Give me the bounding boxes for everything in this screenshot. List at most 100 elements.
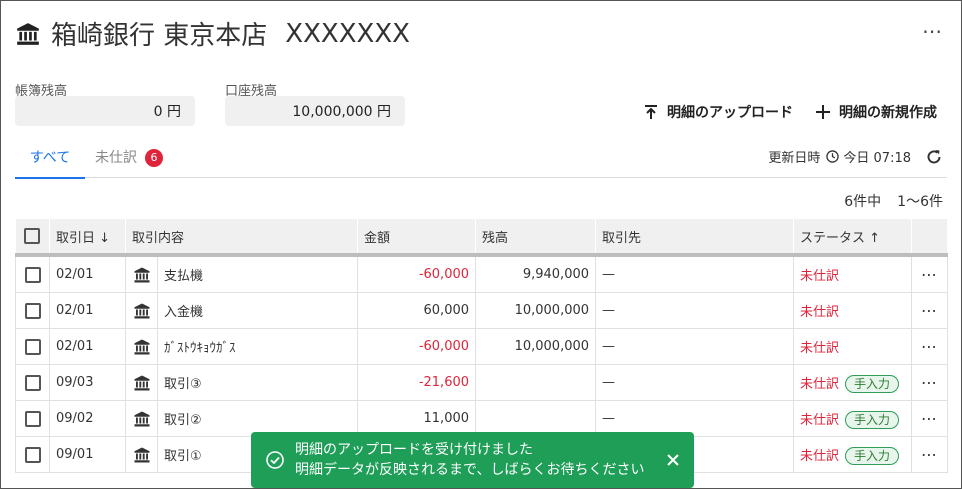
create-label: 明細の新規作成 [839, 105, 937, 121]
refresh-icon[interactable] [925, 148, 943, 166]
tab-pending[interactable]: 未仕訳 6 [95, 147, 163, 177]
col-date[interactable]: 取引日 ↓ [49, 219, 126, 257]
row-bank-cell [125, 328, 158, 365]
close-icon[interactable] [666, 453, 680, 467]
bank-icon [134, 411, 149, 426]
plus-icon [816, 105, 830, 119]
row-menu-button[interactable]: ⋯ [911, 436, 949, 473]
status-text: 未仕訳 [800, 376, 840, 392]
status-text: 未仕訳 [800, 269, 840, 284]
bank-icon [134, 447, 149, 462]
row-status-cell: 未仕訳 [793, 328, 913, 365]
row-select-cell [15, 436, 50, 473]
row-menu-button[interactable]: ⋯ [911, 400, 949, 437]
row-checkbox[interactable] [24, 266, 41, 283]
status-text: 未仕訳 [800, 305, 840, 320]
account-number: XXXXXXX [285, 18, 410, 49]
table-row[interactable]: 09/03 取引③ -21,600 — 未仕訳 手入力 ⋯ [15, 364, 949, 401]
bank-icon [134, 339, 149, 354]
toast-line-1: 明細のアップロードを受け付けました [295, 442, 533, 458]
result-count: 6件中 1〜6件 [844, 191, 943, 211]
row-bank-cell [125, 255, 158, 293]
row-partner: — [595, 328, 795, 365]
bank-icon [17, 22, 39, 45]
account-balance-value: 10,000,000 円 [225, 96, 405, 126]
bank-icon [134, 375, 149, 390]
status-text: 未仕訳 [800, 341, 840, 356]
col-balance: 残高 [475, 219, 597, 257]
row-select-cell [15, 255, 50, 293]
row-status-cell: 未仕訳 手入力 [793, 364, 913, 401]
row-date: 09/02 [49, 400, 126, 437]
status-text: 未仕訳 [800, 412, 840, 428]
table-row[interactable]: 02/01 入金機 60,000 10,000,000 — 未仕訳 ⋯ [15, 292, 949, 329]
row-status-cell: 未仕訳 手入力 [793, 400, 913, 437]
row-amount: -21,600 [357, 364, 477, 401]
range-count: 1〜6件 [897, 194, 943, 210]
row-status-cell: 未仕訳 手入力 [793, 436, 913, 473]
col-partner: 取引先 [595, 219, 795, 257]
page-title: 箱崎銀行 東京本店 XXXXXXX [15, 15, 410, 52]
row-menu-button[interactable]: ⋯ [911, 364, 949, 401]
row-select-cell [15, 364, 50, 401]
select-all-cell [15, 219, 50, 257]
row-date: 09/01 [49, 436, 126, 473]
manual-entry-badge[interactable]: 手入力 [845, 410, 900, 429]
row-date: 02/01 [49, 328, 126, 365]
row-status-cell: 未仕訳 [793, 292, 913, 329]
row-checkbox[interactable] [24, 302, 41, 319]
bank-name: 箱崎銀行 東京本店 [51, 21, 268, 51]
table-row[interactable]: 02/01 支払機 -60,000 9,940,000 — 未仕訳 ⋯ [15, 255, 949, 293]
row-select-cell [15, 292, 50, 329]
bank-icon [134, 303, 149, 318]
row-partner: — [595, 255, 795, 293]
row-checkbox[interactable] [24, 446, 41, 463]
tab-pending-label: 未仕訳 [95, 150, 137, 166]
updated-label: 更新日時 [768, 151, 821, 166]
row-date: 02/01 [49, 255, 126, 293]
upload-icon [645, 105, 657, 119]
row-description: 取引③ [157, 364, 359, 401]
check-circle-icon [266, 451, 284, 469]
status-text: 未仕訳 [800, 448, 840, 464]
tab-all[interactable]: すべて [15, 147, 85, 179]
row-amount: -60,000 [357, 255, 477, 293]
row-menu-button[interactable]: ⋯ [911, 328, 949, 365]
row-partner: — [595, 364, 795, 401]
create-statement-button[interactable]: 明細の新規作成 [815, 102, 937, 122]
row-checkbox[interactable] [24, 374, 41, 391]
book-balance-value: 0 円 [15, 96, 195, 126]
row-bank-cell [125, 436, 158, 473]
row-description: 支払機 [157, 255, 359, 293]
row-bank-cell [125, 364, 158, 401]
row-partner: — [595, 292, 795, 329]
row-balance: 9,940,000 [475, 255, 597, 293]
row-select-cell [15, 400, 50, 437]
table-row[interactable]: 02/01 ｶﾞｽﾄｳｷｮｳｶﾞｽ -60,000 10,000,000 — 未… [15, 328, 949, 365]
row-menu-button[interactable]: ⋯ [911, 292, 949, 329]
row-balance: 10,000,000 [475, 292, 597, 329]
col-status[interactable]: ステータス ↑ [793, 219, 913, 257]
row-amount: 60,000 [357, 292, 477, 329]
row-amount: -60,000 [357, 328, 477, 365]
row-checkbox[interactable] [24, 410, 41, 427]
upload-statement-button[interactable]: 明細のアップロード [643, 102, 793, 122]
row-menu-button[interactable]: ⋯ [911, 255, 949, 293]
row-status-cell: 未仕訳 [793, 255, 913, 293]
col-actions [911, 219, 949, 257]
clock-icon [826, 150, 840, 163]
manual-entry-badge[interactable]: 手入力 [845, 446, 900, 465]
select-all-checkbox[interactable] [24, 228, 41, 244]
total-count: 6件中 [844, 194, 882, 210]
row-bank-cell [125, 400, 158, 437]
row-description: ｶﾞｽﾄｳｷｮｳｶﾞｽ [157, 328, 359, 365]
row-checkbox[interactable] [24, 338, 41, 355]
row-bank-cell [125, 292, 158, 329]
more-menu-button[interactable]: ⋯ [922, 19, 943, 43]
pending-count-badge: 6 [145, 149, 163, 167]
bank-icon [134, 267, 149, 282]
upload-label: 明細のアップロード [667, 105, 793, 121]
manual-entry-badge[interactable]: 手入力 [845, 374, 900, 393]
updated-time: 今日 07:18 [843, 151, 911, 166]
col-amount: 金額 [357, 219, 477, 257]
